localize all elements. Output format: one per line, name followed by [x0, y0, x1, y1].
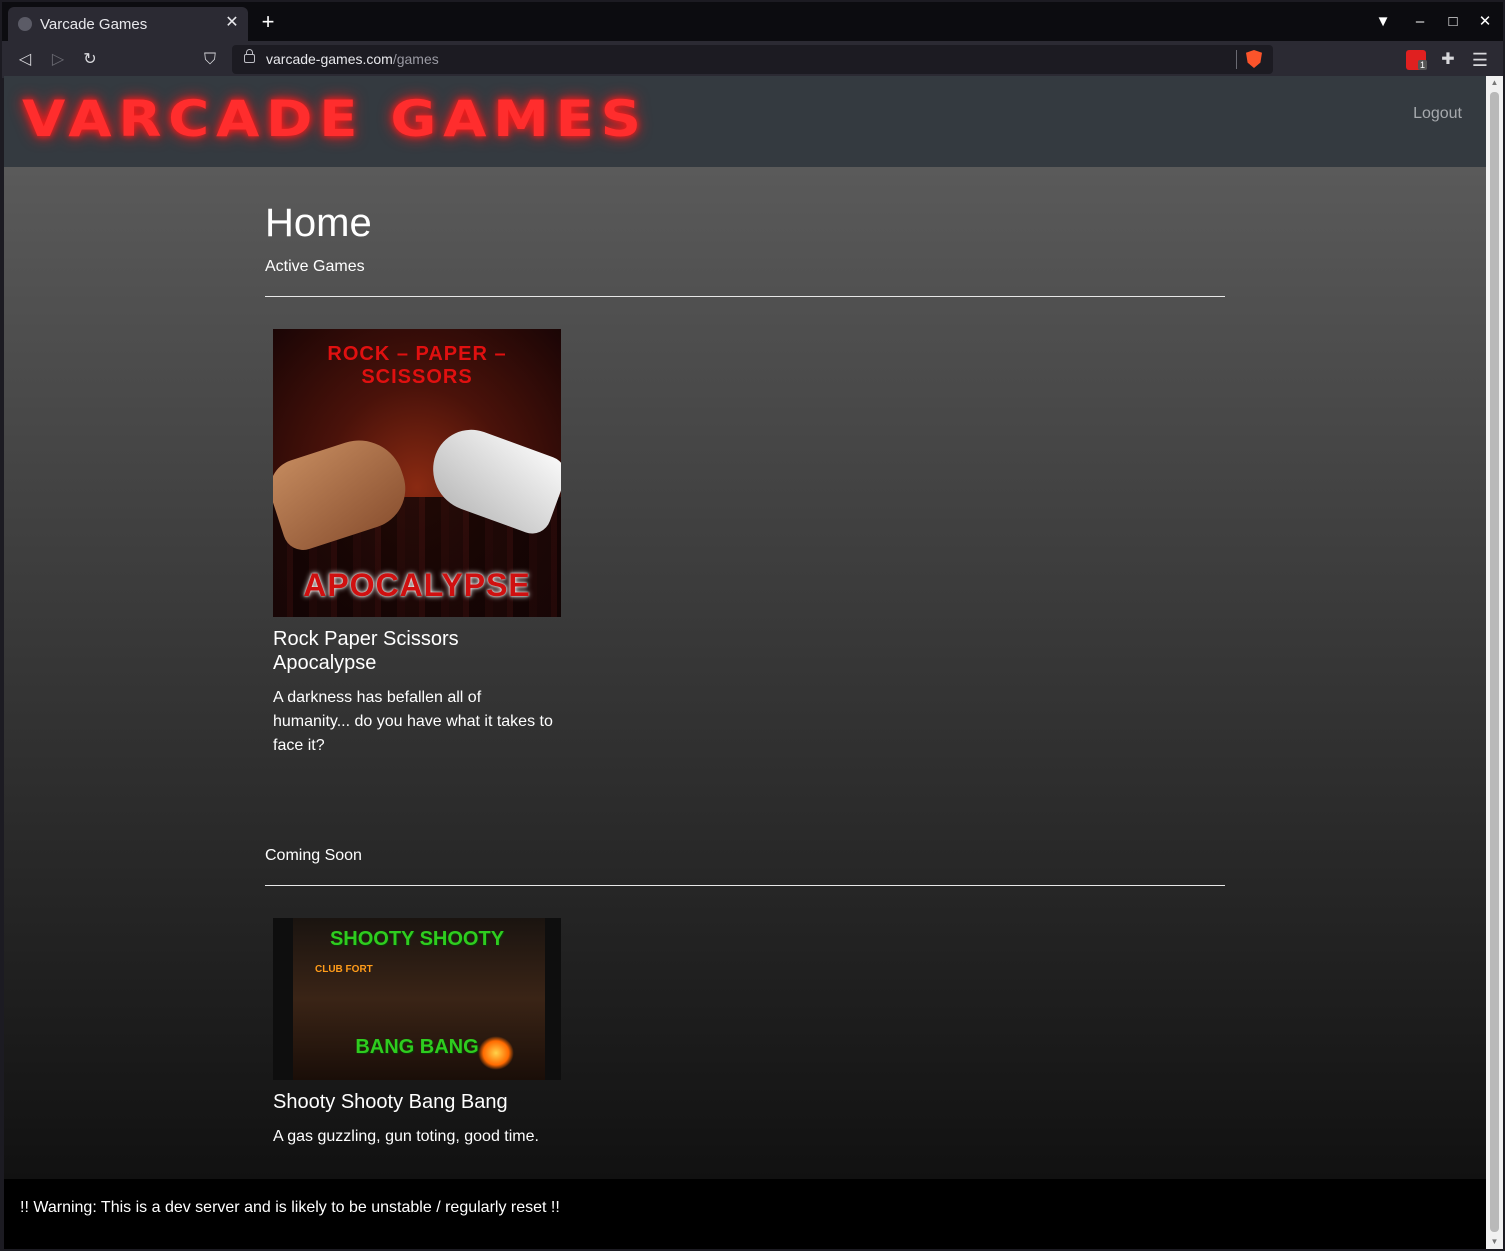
game-image-shooty[interactable]: CLUB FORT SHOOTY SHOOTY BANG BANG: [273, 918, 561, 1080]
close-icon[interactable]: ✕: [222, 13, 242, 33]
game-card: ROCK – PAPER – SCISSORS APOCALYPSE Rock …: [273, 329, 561, 758]
page-title: Home: [265, 201, 372, 245]
logout-link[interactable]: Logout: [1413, 105, 1462, 123]
tab-title: Varcade Games: [40, 16, 148, 33]
main-content: Home Active Games ROCK – PAPER – SCISSOR…: [4, 167, 1486, 1179]
globe-icon: [18, 17, 32, 31]
section-title-coming-soon: Coming Soon: [265, 847, 362, 864]
dev-warning: !! Warning: This is a dev server and is …: [20, 1199, 560, 1216]
back-icon[interactable]: ◁: [12, 47, 38, 73]
menu-icon[interactable]: ☰: [1470, 50, 1490, 70]
minimize-icon[interactable]: –: [1408, 10, 1432, 34]
url-text: varcade-games.com/games: [266, 51, 439, 67]
game-description: A darkness has befallen all of humanity.…: [273, 689, 553, 754]
url-separator: [1236, 50, 1237, 69]
bookmark-icon[interactable]: ⛉: [197, 47, 223, 73]
reload-icon[interactable]: ↻: [77, 47, 103, 73]
maximize-icon[interactable]: □: [1441, 10, 1465, 34]
close-window-icon[interactable]: ✕: [1473, 10, 1497, 34]
section-divider: [265, 885, 1225, 886]
scroll-down-icon[interactable]: ▼: [1486, 1235, 1503, 1249]
section-divider: [265, 296, 1225, 297]
site-footer: !! Warning: This is a dev server and is …: [4, 1179, 1486, 1249]
profile-icon[interactable]: ▼: [1371, 10, 1395, 34]
plus-icon[interactable]: +: [257, 11, 279, 33]
game-image-rps[interactable]: ROCK – PAPER – SCISSORS APOCALYPSE: [273, 329, 561, 617]
site-header: VARCADE GAMES Logout: [4, 76, 1486, 167]
neon-sign-text: CLUB FORT: [315, 964, 373, 975]
game-title[interactable]: Shooty Shooty Bang Bang: [273, 1090, 561, 1114]
address-bar[interactable]: varcade-games.com/games: [232, 45, 1273, 74]
active-tab[interactable]: Varcade Games ✕: [8, 7, 248, 41]
image-title-text: SHOOTY SHOOTY: [329, 928, 505, 950]
extension-badge: 1: [1418, 60, 1428, 70]
puzzle-icon[interactable]: ✚: [1438, 50, 1458, 70]
browser-toolbar: ◁ ▷ ↻ ⛉ varcade-games.com/games 1 ✚ ☰: [2, 41, 1503, 78]
scroll-up-icon[interactable]: ▲: [1486, 76, 1503, 90]
site-logo[interactable]: VARCADE GAMES: [22, 90, 648, 148]
image-subtitle-text: APOCALYPSE: [303, 567, 531, 603]
lock-icon: [244, 49, 255, 63]
image-subtitle-text: BANG BANG: [355, 1036, 479, 1058]
game-card: CLUB FORT SHOOTY SHOOTY BANG BANG Shooty…: [273, 918, 561, 1149]
brave-shield-icon[interactable]: [1246, 50, 1262, 68]
browser-window: Varcade Games ✕ + ▼ – □ ✕ ◁ ▷ ↻ ⛉ varcad…: [2, 2, 1503, 1249]
image-title-text: ROCK – PAPER – SCISSORS: [327, 343, 507, 388]
forward-icon[interactable]: ▷: [45, 47, 71, 73]
tab-strip: Varcade Games ✕ + ▼ – □ ✕: [2, 2, 1503, 41]
scroll-thumb[interactable]: [1490, 92, 1499, 1232]
scrollbar[interactable]: ▲ ▼: [1486, 76, 1503, 1249]
game-description: A gas guzzling, gun toting, good time.: [273, 1128, 539, 1145]
web-page: VARCADE GAMES Logout Home Active Games R…: [4, 76, 1486, 1249]
game-title[interactable]: Rock Paper Scissors Apocalypse: [273, 627, 561, 675]
section-title-active: Active Games: [265, 258, 365, 275]
